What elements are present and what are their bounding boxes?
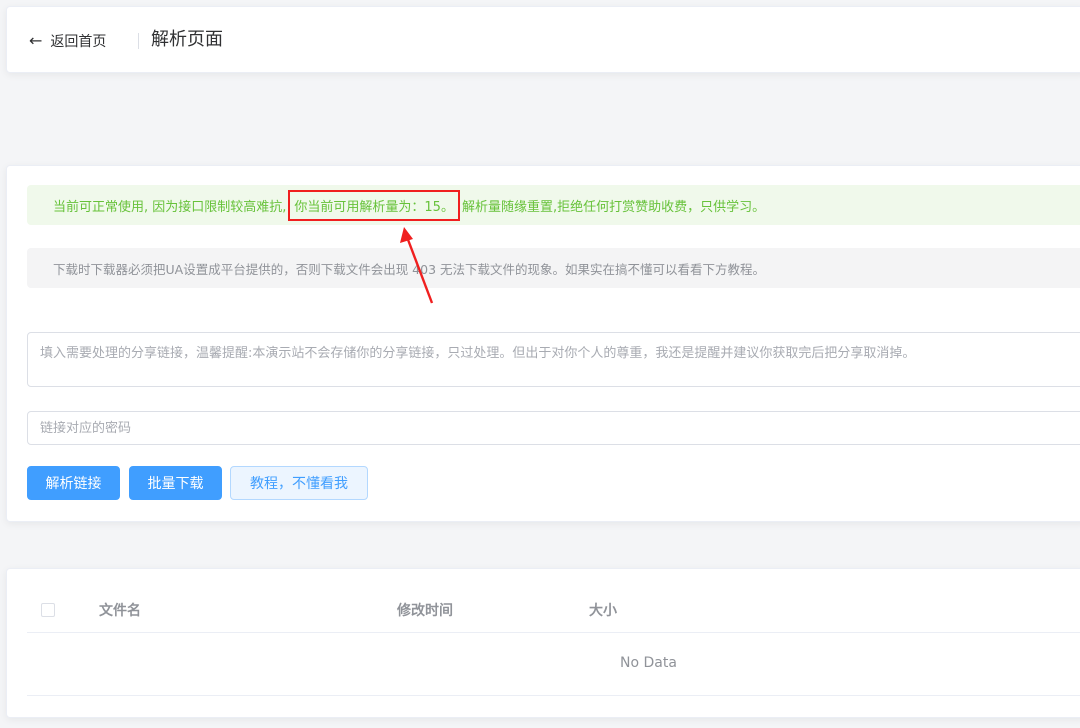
column-filename[interactable]: 文件名 [99, 602, 141, 620]
batch-download-button[interactable]: 批量下载 [129, 466, 222, 500]
parse-link-button[interactable]: 解析链接 [27, 466, 120, 500]
page-title: 解析页面 [151, 29, 223, 50]
back-label: 返回首页 [50, 34, 107, 50]
page-header: ← 返回首页 解析页面 [6, 6, 1080, 73]
table-header: 文件名 修改时间 大小 [27, 589, 1080, 633]
success-alert: 当前可正常使用, 因为接口限制较高难抗, 你当前可用解析量为：15。 解析量随缘… [27, 185, 1080, 225]
share-link-textarea[interactable] [27, 332, 1080, 387]
success-alert-text: 当前可正常使用, 因为接口限制较高难抗, [53, 199, 287, 215]
column-size[interactable]: 大小 [589, 602, 617, 620]
info-alert-text: 下载时下载器必须把UA设置成平台提供的，否则下载文件会出现 403 无法下载文件… [53, 261, 766, 277]
empty-placeholder: No Data [620, 655, 677, 671]
quota-highlight: 你当前可用解析量为：15。 [288, 189, 460, 221]
table-body: No Data [27, 633, 1080, 696]
info-alert: 下载时下载器必须把UA设置成平台提供的，否则下载文件会出现 403 无法下载文件… [27, 248, 1080, 288]
success-alert-text-tail: 解析量随缘重置,拒绝任何打赏赞助收费，只供学习。 [461, 199, 766, 215]
link-password-input[interactable] [27, 411, 1080, 445]
tutorial-button[interactable]: 教程，不懂看我 [230, 466, 368, 500]
parse-panel: 当前可正常使用, 因为接口限制较高难抗, 你当前可用解析量为：15。 解析量随缘… [6, 165, 1080, 522]
arrow-left-icon: ← [29, 31, 43, 50]
back-button[interactable]: ← 返回首页 [29, 29, 106, 53]
file-table: 文件名 修改时间 大小 No Data [6, 568, 1080, 718]
select-all-checkbox[interactable] [41, 603, 55, 617]
column-modified-time[interactable]: 修改时间 [397, 602, 453, 620]
header-divider [138, 33, 139, 49]
